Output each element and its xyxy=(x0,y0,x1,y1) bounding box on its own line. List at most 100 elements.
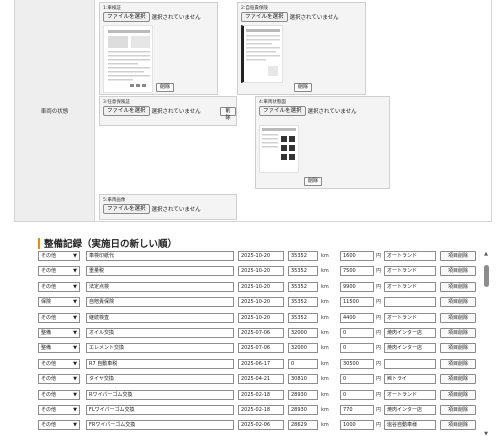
doc-slot-3-file-button[interactable]: ファイルを選択 xyxy=(103,106,150,116)
date-field[interactable]: 2025-10-20 xyxy=(238,281,284,292)
price-field[interactable]: 11500 xyxy=(340,297,374,308)
shop-field[interactable]: ㈱トライ xyxy=(384,374,436,385)
item-name-field[interactable]: FLワイパーゴム交換 xyxy=(86,405,234,415)
doc-slot-1-file-button[interactable]: ファイルを選択 xyxy=(103,12,150,22)
category-select[interactable]: その他 ▼ xyxy=(38,374,80,385)
mileage-field[interactable]: 35352 xyxy=(288,251,318,261)
date-field[interactable]: 2025-07-06 xyxy=(238,328,284,338)
mileage-field[interactable]: 28930 xyxy=(288,405,318,415)
delete-item-button[interactable]: 項目削除 xyxy=(440,251,476,261)
delete-item-button[interactable]: 項目削除 xyxy=(440,405,476,415)
mileage-field[interactable]: 35352 xyxy=(288,312,318,323)
item-name-field[interactable]: FRワイパーゴム交換 xyxy=(86,420,234,431)
price-field[interactable]: 4400 xyxy=(340,312,374,323)
category-select[interactable]: 整備 ▼ xyxy=(38,343,80,354)
item-name-field[interactable]: Rワイパーゴム交換 xyxy=(86,389,234,400)
date-field[interactable]: 2025-10-20 xyxy=(238,297,284,308)
doc-slot-3-delete-button[interactable]: 削除 xyxy=(220,107,236,121)
delete-item-button[interactable]: 項目削除 xyxy=(440,343,476,354)
delete-item-button[interactable]: 項目削除 xyxy=(440,266,476,277)
category-select[interactable]: その他 ▼ xyxy=(38,358,80,369)
price-field[interactable]: 0 xyxy=(340,389,374,400)
doc-slot-2-delete-button[interactable]: 削除 xyxy=(294,83,313,92)
scrollbar-thumb[interactable] xyxy=(484,265,489,287)
delete-item-button[interactable]: 項目削除 xyxy=(440,297,476,308)
delete-item-button[interactable]: 項目削除 xyxy=(440,281,476,292)
doc-slot-1-thumbnail[interactable] xyxy=(103,25,153,93)
price-field[interactable]: 9900 xyxy=(340,281,374,292)
doc-slot-2-thumbnail[interactable] xyxy=(241,25,283,83)
shop-field[interactable]: オートランド xyxy=(384,312,436,323)
doc-slot-1-delete-button[interactable]: 削除 xyxy=(156,83,175,92)
price-field[interactable]: 7500 xyxy=(340,266,374,277)
date-field[interactable]: 2025-06-17 xyxy=(238,358,284,369)
item-name-field[interactable]: 法定点検 xyxy=(86,281,234,292)
delete-item-button[interactable]: 項目削除 xyxy=(440,389,476,400)
shop-field[interactable]: 焼肉インター店 xyxy=(384,343,436,354)
item-name-field[interactable]: 車検印紙代 xyxy=(86,251,234,261)
category-select[interactable]: その他 ▼ xyxy=(38,312,80,323)
doc-slot-2-file-button[interactable]: ファイルを選択 xyxy=(241,12,288,22)
doc-slot-4-thumbnail[interactable] xyxy=(259,125,299,173)
mileage-field[interactable]: 35352 xyxy=(288,266,318,277)
date-field[interactable]: 2025-10-20 xyxy=(238,312,284,323)
shop-field[interactable]: 焼肉インター店 xyxy=(384,405,436,415)
delete-item-button[interactable]: 項目削除 xyxy=(440,358,476,369)
shop-field[interactable]: オートランド xyxy=(384,266,436,277)
shop-field[interactable] xyxy=(384,358,436,369)
item-name-field[interactable]: 継続検査 xyxy=(86,312,234,323)
date-field[interactable]: 2025-02-06 xyxy=(238,420,284,431)
date-field[interactable]: 2025-07-06 xyxy=(238,343,284,354)
mileage-field[interactable]: 30810 xyxy=(288,374,318,385)
delete-item-button[interactable]: 項目削除 xyxy=(440,374,476,385)
price-field[interactable]: 0 xyxy=(340,328,374,338)
shop-field[interactable]: 焼肉インター店 xyxy=(384,328,436,338)
date-field[interactable]: 2025-02-18 xyxy=(238,405,284,415)
price-field[interactable]: 0 xyxy=(340,343,374,354)
category-select[interactable]: その他 ▼ xyxy=(38,281,80,292)
triangle-down-icon[interactable]: ▼ xyxy=(482,431,490,437)
delete-item-button[interactable]: 項目削除 xyxy=(440,328,476,338)
price-field[interactable]: 30500 xyxy=(340,358,374,369)
date-field[interactable]: 2025-02-18 xyxy=(238,389,284,400)
item-name-field[interactable]: 重量税 xyxy=(86,266,234,277)
item-name-field[interactable]: エレメント交換 xyxy=(86,343,234,354)
shop-field[interactable]: オートランド xyxy=(384,251,436,261)
shop-field[interactable]: オートランド xyxy=(384,281,436,292)
price-field[interactable]: 0 xyxy=(340,374,374,385)
mileage-field[interactable]: 28629 xyxy=(288,420,318,431)
triangle-up-icon[interactable]: ▲ xyxy=(482,251,490,257)
doc-slot-4-file-button[interactable]: ファイルを選択 xyxy=(259,106,306,116)
price-field[interactable]: 1000 xyxy=(340,420,374,431)
category-select[interactable]: その他 ▼ xyxy=(38,266,80,277)
category-select[interactable]: 整備 ▼ xyxy=(38,328,80,338)
date-field[interactable]: 2025-10-20 xyxy=(238,266,284,277)
category-select[interactable]: その他 ▼ xyxy=(38,251,80,261)
mileage-field[interactable]: 32000 xyxy=(288,343,318,354)
maintenance-scrollbar[interactable]: ▲ ▼ xyxy=(482,251,490,437)
doc-slot-5-file-button[interactable]: ファイルを選択 xyxy=(103,204,150,214)
item-name-field[interactable]: R7 自動車税 xyxy=(86,358,234,369)
shop-field[interactable] xyxy=(384,297,436,308)
mileage-field[interactable]: 32000 xyxy=(288,328,318,338)
mileage-field[interactable]: 0 xyxy=(288,358,318,369)
delete-item-button[interactable]: 項目削除 xyxy=(440,312,476,323)
shop-field[interactable]: 塩谷自動車様 xyxy=(384,420,436,431)
mileage-field[interactable]: 35352 xyxy=(288,281,318,292)
category-select[interactable]: 保険 ▼ xyxy=(38,297,80,308)
date-field[interactable]: 2025-04-21 xyxy=(238,374,284,385)
item-name-field[interactable]: 自賠責保険 xyxy=(86,297,234,308)
category-select[interactable]: その他 ▼ xyxy=(38,405,80,415)
item-name-field[interactable]: タイヤ交換 xyxy=(86,374,234,385)
item-name-field[interactable]: オイル交換 xyxy=(86,328,234,338)
delete-item-button[interactable]: 項目削除 xyxy=(440,420,476,431)
price-field[interactable]: 770 xyxy=(340,405,374,415)
doc-slot-4-delete-button[interactable]: 削除 xyxy=(304,177,323,186)
category-select[interactable]: その他 ▼ xyxy=(38,420,80,431)
category-select[interactable]: その他 ▼ xyxy=(38,389,80,400)
date-field[interactable]: 2025-10-20 xyxy=(238,251,284,261)
shop-field[interactable]: オートランド xyxy=(384,389,436,400)
price-field[interactable]: 1600 xyxy=(340,251,374,261)
mileage-field[interactable]: 35352 xyxy=(288,297,318,308)
mileage-field[interactable]: 28930 xyxy=(288,389,318,400)
